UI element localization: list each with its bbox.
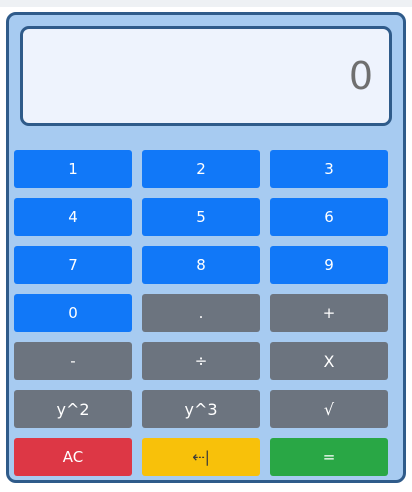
decimal-button[interactable]: . <box>142 294 260 332</box>
square-root-button[interactable]: √ <box>270 390 388 428</box>
square-button[interactable]: y^2 <box>14 390 132 428</box>
divide-button[interactable]: ÷ <box>142 342 260 380</box>
digit-7-button[interactable]: 7 <box>14 246 132 284</box>
page: 0 1 2 3 4 5 6 7 8 9 0 . + - ÷ X y^2 y^3 … <box>0 0 412 492</box>
plus-button[interactable]: + <box>270 294 388 332</box>
minus-button[interactable]: - <box>14 342 132 380</box>
digit-4-button[interactable]: 4 <box>14 198 132 236</box>
digit-9-button[interactable]: 9 <box>270 246 388 284</box>
digit-8-button[interactable]: 8 <box>142 246 260 284</box>
keypad: 1 2 3 4 5 6 7 8 9 0 . + - ÷ X y^2 y^3 √ … <box>14 150 390 476</box>
display-value: 0 <box>348 54 373 98</box>
digit-5-button[interactable]: 5 <box>142 198 260 236</box>
digit-6-button[interactable]: 6 <box>270 198 388 236</box>
top-strip <box>0 0 412 7</box>
cube-button[interactable]: y^3 <box>142 390 260 428</box>
display: 0 <box>20 26 392 126</box>
equals-button[interactable]: = <box>270 438 388 476</box>
clear-button[interactable]: AC <box>14 438 132 476</box>
digit-0-button[interactable]: 0 <box>14 294 132 332</box>
backspace-button[interactable]: ⇠| <box>142 438 260 476</box>
multiply-button[interactable]: X <box>270 342 388 380</box>
digit-1-button[interactable]: 1 <box>14 150 132 188</box>
calculator: 0 1 2 3 4 5 6 7 8 9 0 . + - ÷ X y^2 y^3 … <box>6 12 406 483</box>
digit-2-button[interactable]: 2 <box>142 150 260 188</box>
digit-3-button[interactable]: 3 <box>270 150 388 188</box>
